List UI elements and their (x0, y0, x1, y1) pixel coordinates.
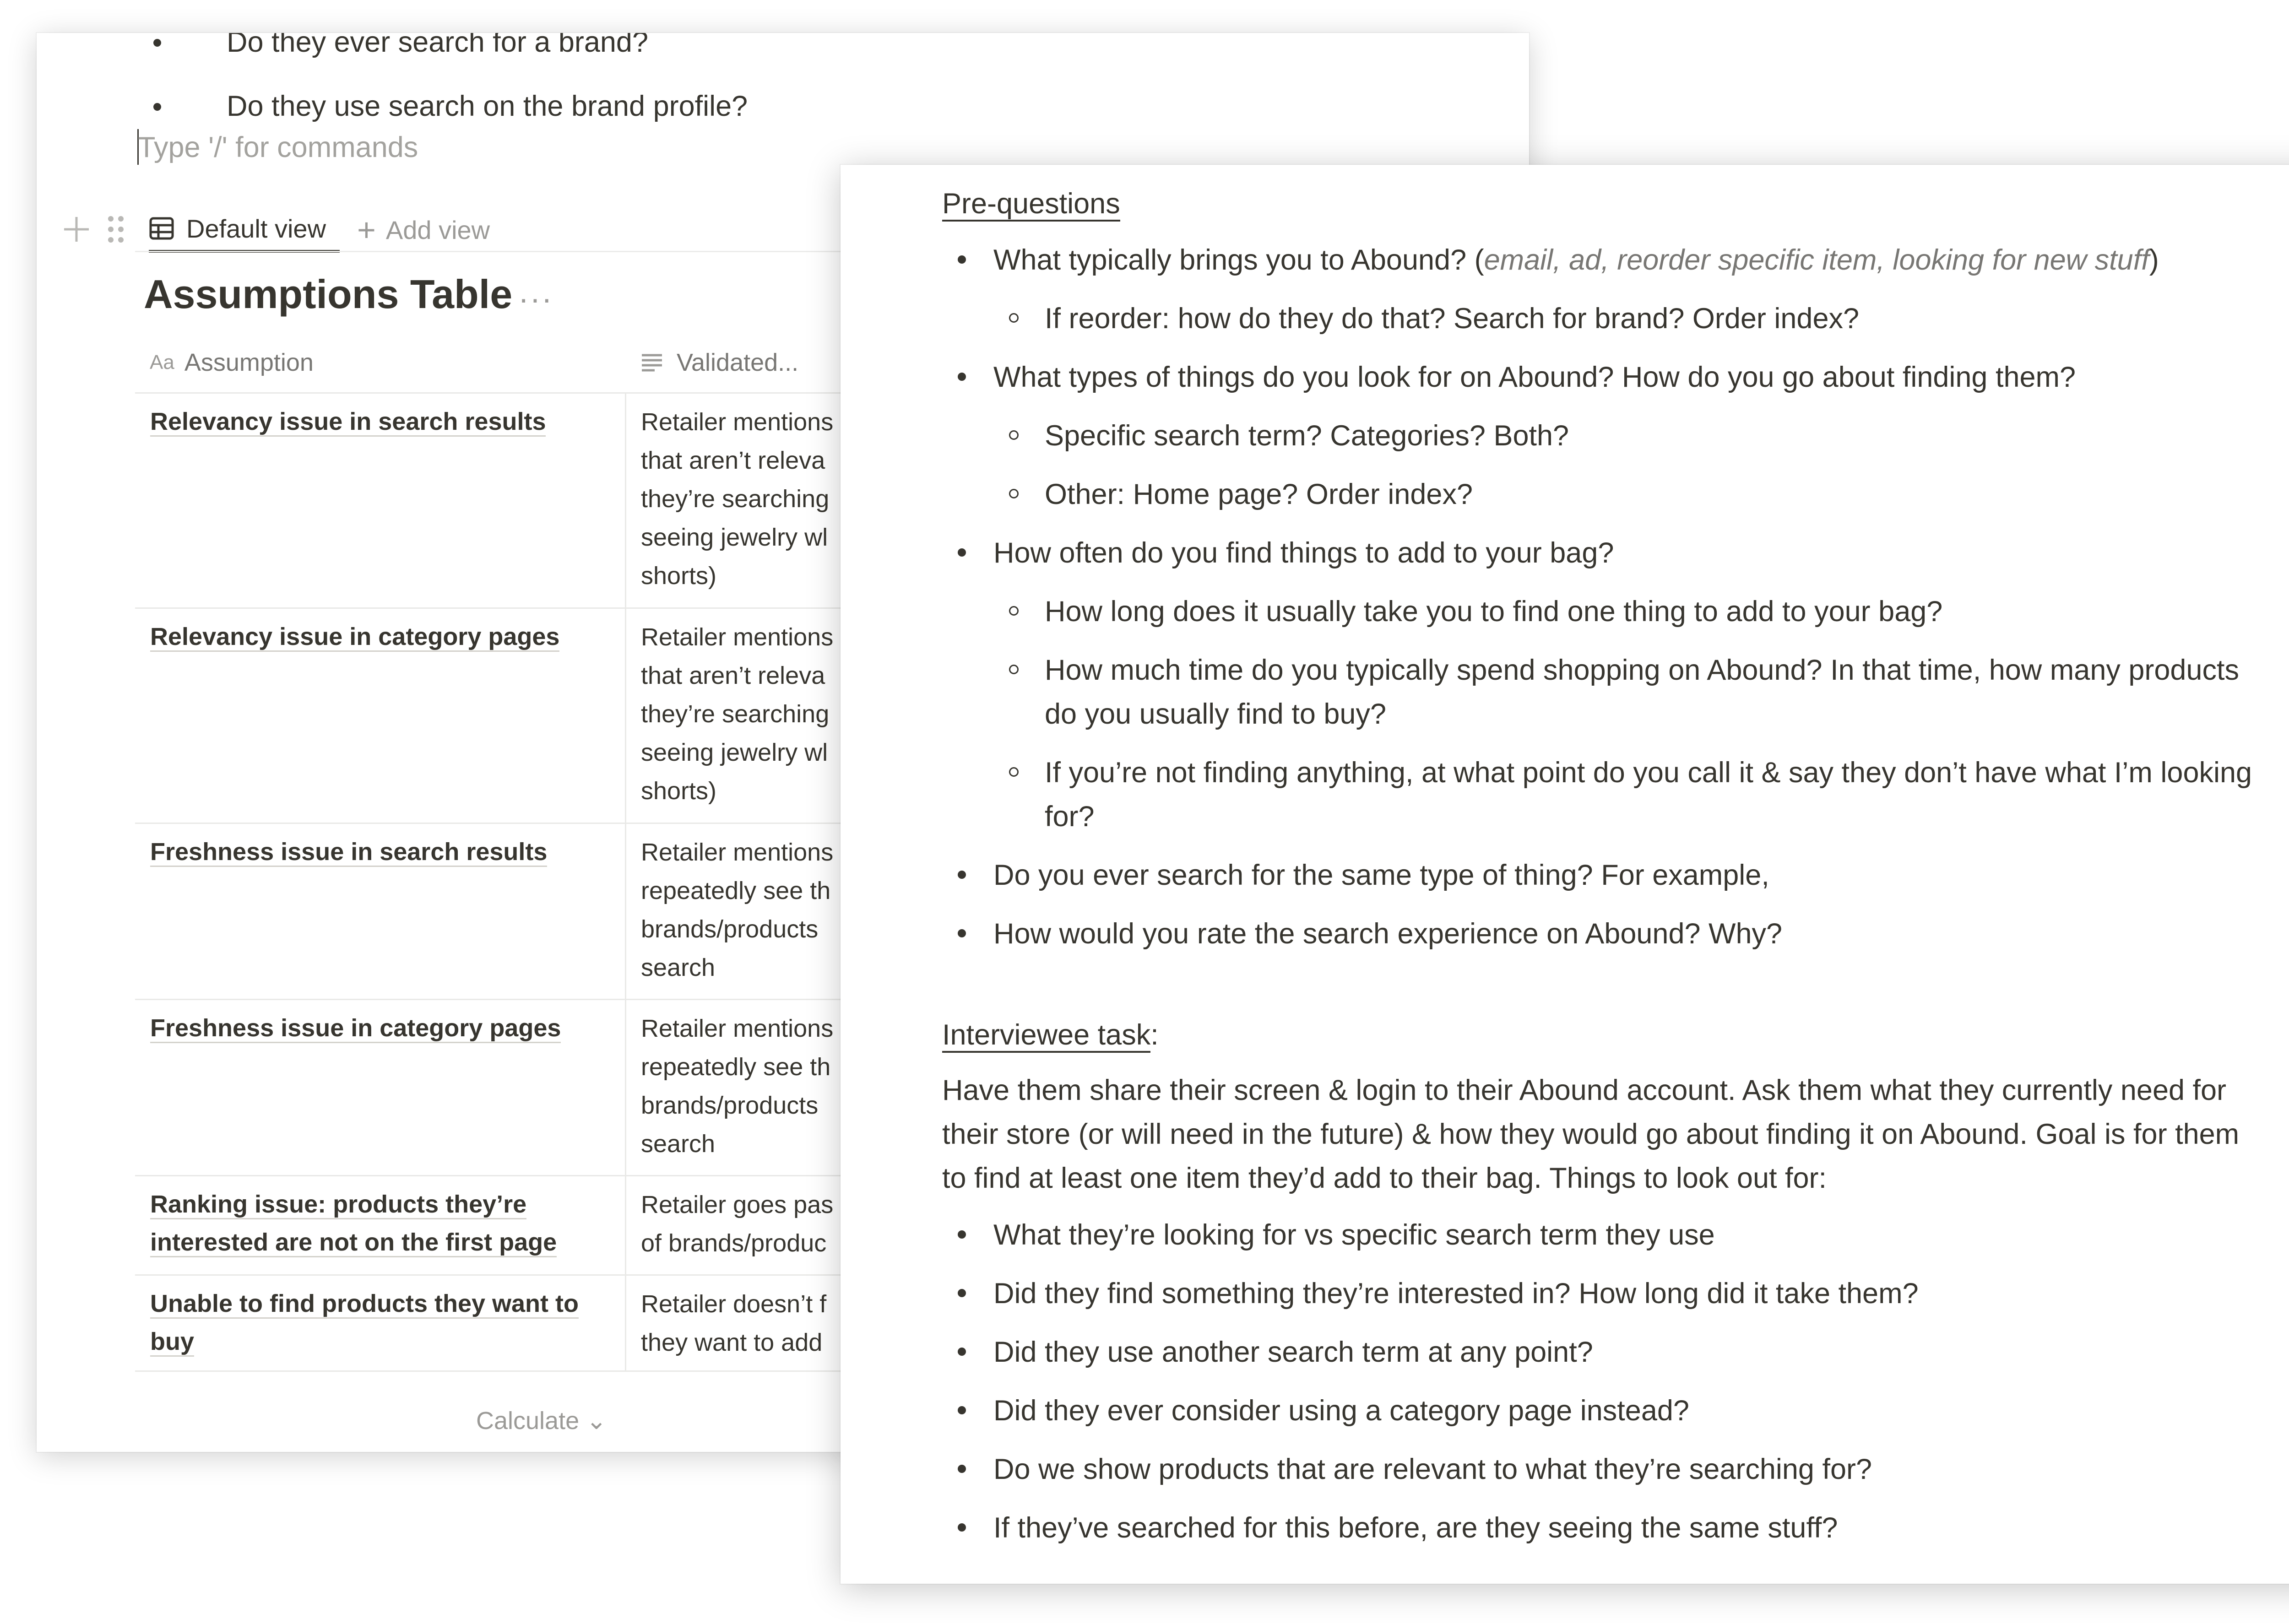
list-item: What they’re looking for vs specific sea… (942, 1213, 2261, 1257)
list-item-text: What types of things do you look for on … (993, 361, 2076, 393)
sub-list-item: If you’re not finding anything, at what … (993, 751, 2261, 839)
sub-list-item: Other: Home page? Order index? (993, 472, 2261, 516)
table-row-assumption[interactable]: Relevancy issue in category pages (150, 618, 608, 656)
sub-list-item: How long does it usually take you to fin… (993, 590, 2261, 633)
look-out-list: What they’re looking for vs specific sea… (942, 1213, 2261, 1550)
sub-list: If reorder: how do they do that? Search … (993, 297, 2261, 341)
question-text: What typically brings you to Abound? (993, 244, 1475, 276)
interviewee-task-heading: Interviewee task: (942, 1014, 2261, 1056)
bullet-dot (153, 103, 161, 111)
question-aside: email, ad, reorder specific item, lookin… (1484, 244, 2149, 276)
list-item: If they’ve searched for this before, are… (942, 1506, 2261, 1550)
row-title: Unable to find products they want to buy (150, 1290, 579, 1357)
column-header-assumption[interactable]: Aa Assumption (150, 340, 314, 385)
sub-list-item: How much time do you typically spend sho… (993, 648, 2261, 736)
row-title: Freshness issue in search results (150, 838, 548, 867)
list-item-text: How often do you find things to add to y… (993, 537, 1614, 569)
paren-open: ( (1474, 244, 1484, 276)
list-item: How would you rate the search experience… (942, 912, 2261, 956)
interview-guide-window: Pre-questions What typically brings you … (841, 165, 2289, 1584)
list-item-text: What typically brings you to Abound? (em… (993, 238, 2261, 282)
text-property-icon: Aa (150, 351, 174, 374)
column-header-validated[interactable]: Validated... (641, 340, 798, 385)
table-row-assumption[interactable]: Ranking issue: products they’re interest… (150, 1186, 608, 1261)
list-item: What typically brings you to Abound? (em… (942, 238, 2261, 341)
row-title: Freshness issue in category pages (150, 1014, 561, 1043)
row-title: Ranking issue: products they’re interest… (150, 1191, 557, 1257)
table-row-assumption[interactable]: Freshness issue in search results (150, 833, 608, 871)
calculate-button[interactable]: Calculate ⌄ (476, 1406, 607, 1435)
list-item: Did they use another search term at any … (942, 1330, 2261, 1374)
heading-text: Interviewee task (942, 1019, 1151, 1053)
command-input-placeholder[interactable]: Type '/' for commands (138, 129, 418, 166)
tab-default-view[interactable]: Default view (149, 207, 340, 253)
sub-list-item: Specific search term? Categories? Both? (993, 414, 2261, 458)
table-row-assumption[interactable]: Unable to find products they want to buy (150, 1285, 608, 1361)
bullet-dot (153, 39, 161, 47)
table-icon (149, 217, 174, 240)
heading-text: Pre-questions (942, 188, 1120, 222)
list-item: How often do you find things to add to y… (942, 531, 2261, 839)
list-item: Do you ever search for the same type of … (942, 853, 2261, 897)
column-divider (625, 392, 626, 1370)
sub-list-item: If reorder: how do they do that? Search … (993, 297, 2261, 341)
column-header-label: Assumption (184, 349, 314, 376)
list-item: What types of things do you look for on … (942, 355, 2261, 516)
paren-close: ) (2149, 244, 2159, 276)
plus-icon: + (357, 212, 376, 248)
table-row-assumption[interactable]: Freshness issue in category pages (150, 1009, 608, 1047)
more-options-icon[interactable]: ··· (518, 280, 553, 317)
row-title: Relevancy issue in category pages (150, 623, 560, 652)
bullet-text: Do they use search on the brand profile? (227, 90, 748, 122)
sub-list: How long does it usually take you to fin… (993, 590, 2261, 839)
bullet-text: Do they ever search for a brand? (227, 33, 649, 58)
tab-default-view-label: Default view (186, 214, 326, 243)
list-item: Did they find something they’re interest… (942, 1272, 2261, 1315)
list-item: Do we show products that are relevant to… (942, 1447, 2261, 1491)
chevron-down-icon: ⌄ (586, 1407, 607, 1435)
text-lines-icon (642, 354, 662, 372)
add-view-button[interactable]: + Add view (357, 207, 490, 253)
table-title: Assumptions Table (144, 271, 513, 317)
document-body: Pre-questions What typically brings you … (942, 183, 2261, 1564)
task-description: Have them share their screen & login to … (942, 1074, 2240, 1194)
drag-handle-icon[interactable] (105, 213, 126, 245)
pre-questions-list: What typically brings you to Abound? (em… (942, 238, 2261, 956)
add-block-plus-icon[interactable] (60, 213, 92, 245)
table-row-assumption[interactable]: Relevancy issue in search results (150, 403, 608, 441)
calculate-label: Calculate (476, 1407, 580, 1435)
heading-colon: : (1150, 1019, 1159, 1051)
sub-list: Specific search term? Categories? Both? … (993, 414, 2261, 516)
add-view-label: Add view (385, 215, 490, 244)
pre-questions-heading: Pre-questions (942, 183, 2261, 224)
column-header-label: Validated... (677, 349, 799, 376)
row-title: Relevancy issue in search results (150, 408, 546, 437)
list-item: Did they ever consider using a category … (942, 1389, 2261, 1433)
